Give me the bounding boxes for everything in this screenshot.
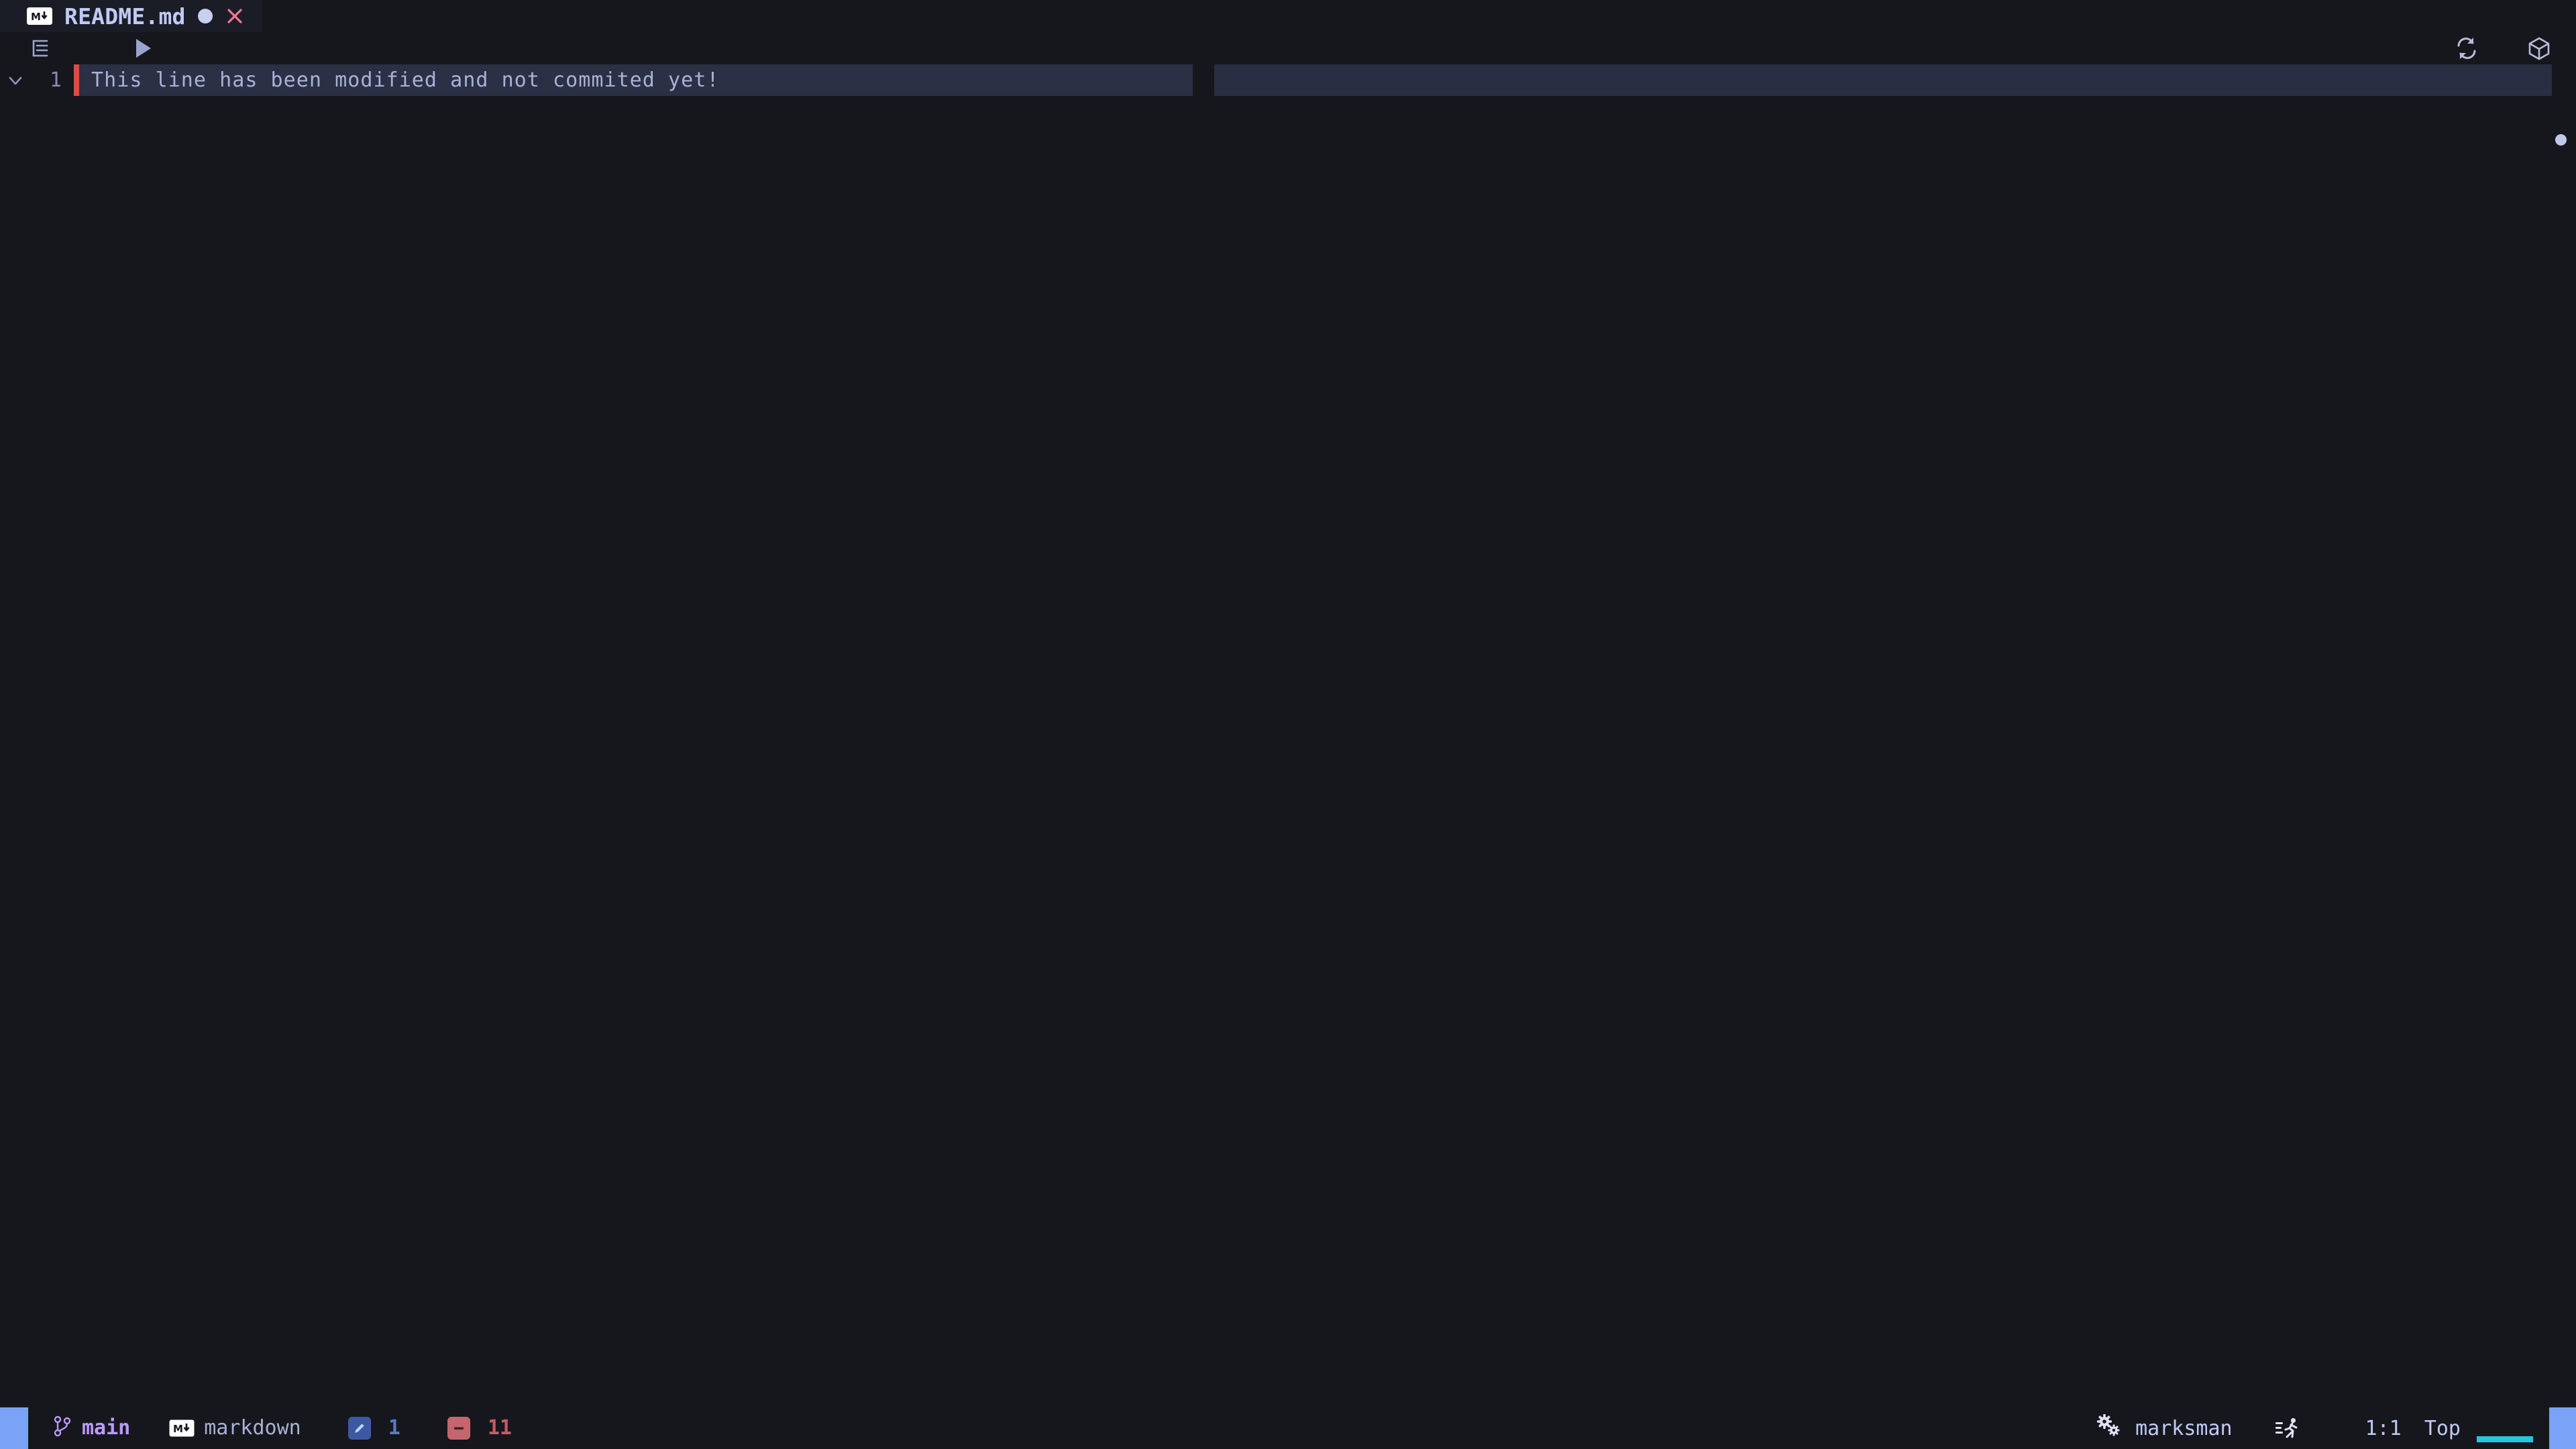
code-line-text: This line has been modified and not comm…: [91, 68, 720, 92]
close-icon[interactable]: [225, 6, 245, 26]
running-person-icon[interactable]: [2274, 1415, 2301, 1442]
git-branch-label: main: [82, 1416, 131, 1440]
error-count: 11: [487, 1416, 512, 1440]
editor-window: M README.md 1 This line has been modifie…: [0, 0, 2576, 1449]
svg-text:M: M: [31, 11, 41, 23]
outline-icon[interactable]: [27, 35, 54, 62]
editor-area[interactable]: 1 This line has been modified and not co…: [0, 64, 2576, 1407]
status-end-block: [2549, 1407, 2576, 1449]
tab-readme-md[interactable]: M README.md: [0, 0, 262, 32]
git-modified-bar: [74, 64, 79, 96]
status-git-branch[interactable]: main: [52, 1415, 130, 1442]
modified-dot-icon: [197, 9, 213, 23]
breadcrumb-left-actions: [0, 34, 157, 63]
pencil-hint-icon: [347, 1417, 371, 1440]
mode-indicator-block: [0, 1407, 28, 1449]
status-bar-right: marksman 1:1 Top: [2095, 1407, 2576, 1449]
package-cube-icon[interactable]: [2525, 34, 2553, 62]
refresh-icon[interactable]: [2453, 34, 2481, 62]
breadcrumb-right-actions: [2453, 32, 2553, 64]
editor-line-1[interactable]: 1 This line has been modified and not co…: [0, 64, 2576, 96]
run-play-icon[interactable]: [127, 34, 157, 63]
cursor-position[interactable]: 1:1: [2365, 1417, 2402, 1440]
breadcrumb-bar: [0, 32, 2576, 64]
scroll-position[interactable]: Top: [2424, 1417, 2461, 1440]
status-bar-left: main M markdown 1 11: [0, 1407, 512, 1449]
markdown-icon: M: [27, 7, 52, 25]
lsp-label: marksman: [2135, 1416, 2233, 1440]
git-branch-icon: [52, 1415, 72, 1442]
language-label: markdown: [204, 1416, 301, 1440]
tab-bar: M README.md: [0, 0, 2576, 32]
overview-ruler-cursor-mark: [2555, 134, 2567, 146]
minus-error-icon: [447, 1417, 470, 1440]
code-line-wrap[interactable]: This line has been modified and not comm…: [79, 64, 2576, 96]
hint-count: 1: [388, 1416, 400, 1440]
line-number: 1: [49, 68, 62, 92]
status-language[interactable]: M markdown: [169, 1418, 301, 1438]
progress-indicator: [2477, 1436, 2533, 1442]
current-line-highlight: [1214, 64, 2552, 96]
status-diagnostic-hints[interactable]: 1: [347, 1416, 400, 1440]
chevron-down-icon[interactable]: [0, 71, 31, 90]
status-lsp[interactable]: marksman: [2095, 1413, 2233, 1444]
status-bar: main M markdown 1 11 marksman 1:1 Top: [0, 1407, 2576, 1449]
gears-icon: [2095, 1413, 2125, 1444]
svg-text:M: M: [173, 1423, 183, 1435]
status-diagnostic-errors[interactable]: 11: [447, 1417, 512, 1440]
tab-title: README.md: [64, 3, 186, 30]
markdown-icon: M: [169, 1419, 195, 1437]
